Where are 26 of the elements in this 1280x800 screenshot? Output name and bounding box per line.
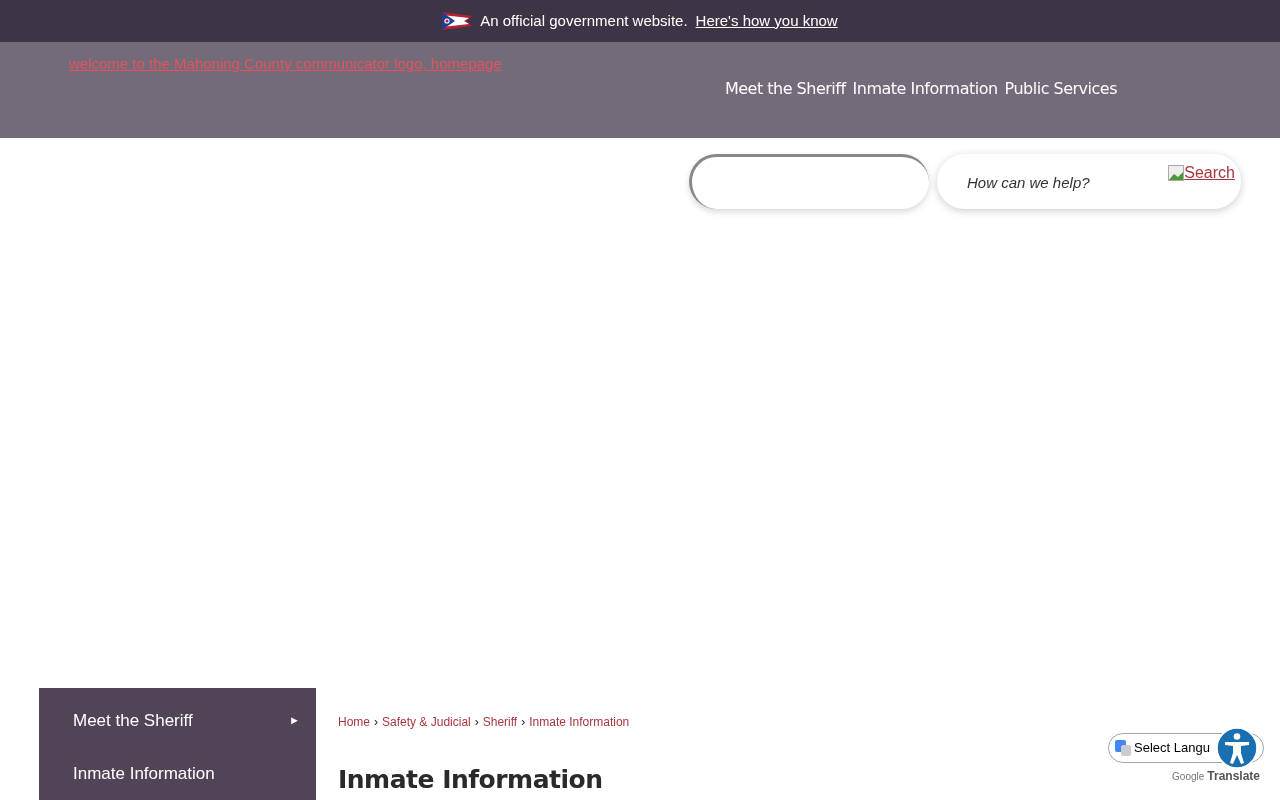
breadcrumb-link[interactable]: Sheriff: [482, 713, 518, 731]
breadcrumb-link[interactable]: Safety & Judicial: [382, 713, 471, 731]
google-logo: Google: [1172, 770, 1205, 784]
input-field[interactable]: [689, 154, 929, 209]
translate-label: Translate: [1207, 768, 1260, 785]
how-you-know-link[interactable]: Here's how you know: [695, 9, 838, 33]
broken-image-icon: [1168, 165, 1185, 181]
page-title: Inmate Information: [338, 764, 603, 796]
nav-link[interactable]: Inmate Information: [852, 77, 998, 101]
search-button[interactable]: Search: [1168, 161, 1235, 185]
select-text: Select Langu: [1134, 739, 1210, 758]
breadcrumb-separator: ›: [474, 714, 479, 731]
banner-text: An official government website.: [480, 10, 688, 31]
state-flag-icon: [442, 12, 473, 30]
arrow-icon: ►: [289, 712, 300, 729]
breadcrumb-separator: ›: [521, 714, 526, 731]
search-field[interactable]: How can we help? Search: [937, 154, 1241, 209]
translate-icon: [1115, 740, 1131, 756]
nav-link[interactable]: Meet the Sheriff: [724, 77, 846, 101]
sidebar-item[interactable]: Meet the Sheriff ►: [39, 694, 316, 747]
breadcrumb-separator: ›: [374, 714, 378, 731]
breadcrumb-link[interactable]: Inmate Information: [529, 713, 630, 731]
breadcrumb-link[interactable]: Home: [338, 713, 370, 731]
accessibility-icon[interactable]: [1216, 727, 1258, 769]
sidebar-item[interactable]: Inmate Information: [39, 747, 316, 800]
nav-link[interactable]: Public Services: [1004, 77, 1117, 101]
